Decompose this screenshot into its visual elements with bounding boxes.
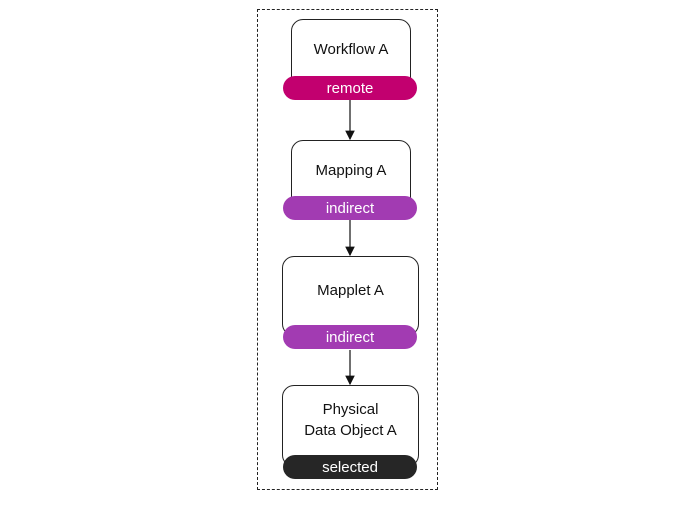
badge-label: selected <box>322 458 378 476</box>
node-label: Mapplet A <box>317 281 384 299</box>
badge-label: remote <box>326 79 374 97</box>
node-label: Workflow A <box>313 40 389 58</box>
badge-indirect: indirect <box>283 196 417 220</box>
node-label: Physical Data Object A <box>304 401 397 439</box>
badge-label: indirect <box>325 328 375 346</box>
badge-label: indirect <box>325 199 375 217</box>
node-mapplet-a[interactable]: Mapplet A <box>282 256 419 336</box>
node-label: Mapping A <box>315 161 387 179</box>
badge-indirect: indirect <box>283 325 417 349</box>
badge-selected: selected <box>283 455 417 479</box>
badge-remote: remote <box>283 76 417 100</box>
